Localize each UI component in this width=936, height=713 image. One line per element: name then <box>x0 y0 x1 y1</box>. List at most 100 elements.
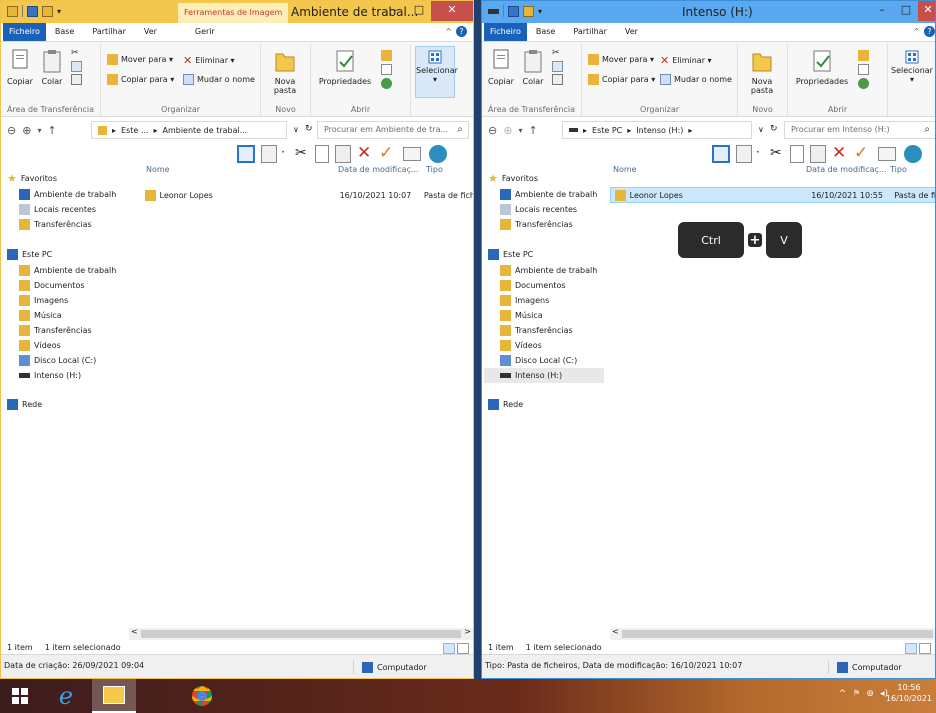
network-tray-icon[interactable]: ⊚ <box>866 689 874 699</box>
properties-button[interactable]: Propriedades <box>317 48 373 86</box>
breadcrumb-2[interactable]: Ambiente de trabal... <box>162 126 247 135</box>
cut-icon[interactable]: ✂ <box>71 48 82 59</box>
nav-pc-desktop[interactable]: Ambiente de trabalh <box>500 263 597 278</box>
title-bar[interactable]: ▾ Ferramentas de Imagem Ambiente de trab… <box>1 1 473 23</box>
large-icons-view-icon[interactable] <box>457 643 469 654</box>
explorer-icon[interactable] <box>7 5 18 17</box>
copy-path-icon[interactable] <box>71 61 82 72</box>
paste-button[interactable]: Colar <box>37 48 67 86</box>
properties-icon[interactable] <box>27 5 38 17</box>
nav-pc-music[interactable]: Música <box>500 308 543 323</box>
new-folder-icon[interactable] <box>523 5 534 17</box>
scroll-right-icon[interactable]: > <box>464 627 471 636</box>
show-hidden-icons-icon[interactable]: ^ <box>839 689 847 699</box>
address-dropdown-icon[interactable]: ∨ <box>758 125 764 134</box>
scroll-left-icon[interactable]: < <box>131 627 138 636</box>
globe-toolbar-icon[interactable] <box>429 145 447 163</box>
maximize-button[interactable]: □ <box>407 1 431 21</box>
tab-base[interactable]: Base <box>46 23 83 41</box>
back-icon[interactable]: ⊖ <box>7 124 16 137</box>
copy-button[interactable]: Copiar <box>5 48 35 86</box>
tab-base[interactable]: Base <box>527 23 564 41</box>
horizontal-scrollbar[interactable]: < <box>610 627 935 640</box>
nav-fav-desktop[interactable]: Ambiente de trabalh <box>500 187 597 202</box>
address-bar[interactable]: ▸ Este PC ▸ Intenso (H:) ▸ <box>562 121 752 139</box>
nav-pc-downloads[interactable]: Transferências <box>19 323 92 338</box>
delete-button[interactable]: ✕ Eliminar ▾ <box>183 54 235 67</box>
nav-favoritos[interactable]: ★ Favoritos <box>7 171 57 186</box>
copy-to-button[interactable]: Copiar para ▾ <box>588 74 655 85</box>
large-icons-view-icon[interactable] <box>919 643 931 654</box>
minimize-button[interactable]: – <box>383 1 407 21</box>
nav-pc-videos[interactable]: Vídeos <box>19 338 61 353</box>
new-folder-icon[interactable] <box>42 5 53 17</box>
rename-toolbar-icon[interactable] <box>403 147 421 161</box>
drive-icon[interactable] <box>488 8 499 14</box>
search-input[interactable]: Procurar em Intenso (H:) ⌕ <box>784 121 935 139</box>
nav-pc-images[interactable]: Imagens <box>500 293 549 308</box>
cut-toolbar-icon[interactable]: ✂ <box>295 145 307 161</box>
nav-fav-downloads[interactable]: Transferências <box>19 217 92 232</box>
breadcrumb-2[interactable]: Intenso (H:) <box>636 126 683 135</box>
nav-favoritos[interactable]: ★ Favoritos <box>488 171 538 186</box>
refresh-icon[interactable]: ↻ <box>770 124 778 134</box>
nav-rede[interactable]: Rede <box>488 397 523 412</box>
clock[interactable]: 10:56 16/10/2021 <box>886 682 932 704</box>
nav-pc-documents[interactable]: Documentos <box>19 278 85 293</box>
history-icon[interactable] <box>381 78 392 89</box>
help-icon[interactable]: ? <box>456 26 467 37</box>
tab-partilhar[interactable]: Partilhar <box>83 23 135 41</box>
rename-button[interactable]: Mudar o nome <box>660 74 732 85</box>
nav-este-pc[interactable]: Este PC <box>488 247 533 262</box>
up-icon[interactable]: ↑ <box>528 124 537 137</box>
column-nome[interactable]: Nome <box>146 165 170 185</box>
column-type[interactable]: Tipo <box>890 165 907 185</box>
paste-toolbar-icon[interactable] <box>810 145 826 163</box>
tab-ficheiro[interactable]: Ficheiro <box>3 23 46 41</box>
copy-button[interactable]: Copiar <box>486 48 516 86</box>
nav-pc-videos[interactable]: Vídeos <box>500 338 542 353</box>
taskbar-file-explorer[interactable] <box>92 679 136 713</box>
up-icon[interactable]: ↑ <box>47 124 56 137</box>
maximize-button[interactable]: □ <box>894 1 918 21</box>
delete-button[interactable]: ✕ Eliminar ▾ <box>660 54 712 67</box>
open-icon[interactable] <box>381 50 392 61</box>
tab-ver[interactable]: Ver <box>616 23 647 41</box>
address-dropdown-icon[interactable]: ∨ <box>293 125 299 134</box>
nav-fav-downloads[interactable]: Transferências <box>500 217 573 232</box>
minimize-button[interactable]: – <box>870 1 894 21</box>
details-view-icon[interactable] <box>905 643 917 654</box>
column-date[interactable]: Data de modificaç... <box>806 165 887 185</box>
nav-fav-recent[interactable]: Locais recentes <box>19 202 96 217</box>
properties-icon[interactable] <box>508 5 519 17</box>
copy-toolbar-icon[interactable] <box>315 145 329 163</box>
forward-icon[interactable]: ⊕ <box>503 124 512 137</box>
column-nome[interactable]: Nome <box>613 165 637 185</box>
taskbar-chrome[interactable] <box>180 679 224 713</box>
move-to-button[interactable]: Mover para ▾ <box>107 54 173 65</box>
copy-path-icon[interactable] <box>552 61 563 72</box>
tab-ver[interactable]: Ver <box>135 23 166 41</box>
check-toolbar-icon[interactable]: ✓ <box>379 143 393 163</box>
paste-button[interactable]: Colar <box>518 48 548 86</box>
nav-este-pc[interactable]: Este PC <box>7 247 52 262</box>
nav-pc-drive-h[interactable]: Intenso (H:) <box>484 368 604 383</box>
start-button[interactable] <box>0 679 40 713</box>
rename-button[interactable]: Mudar o nome <box>183 74 255 85</box>
scroll-thumb[interactable] <box>141 630 461 638</box>
toolbar-dropdown-icon[interactable]: · <box>756 145 760 159</box>
nav-pc-images[interactable]: Imagens <box>19 293 68 308</box>
refresh-icon[interactable]: ↻ <box>305 124 313 134</box>
customize-qat-icon[interactable]: ▾ <box>57 7 61 16</box>
delete-toolbar-icon[interactable]: ✕ <box>832 143 846 163</box>
file-row[interactable]: Leonor Lopes 16/10/2021 10:55 Pasta de f… <box>610 187 935 203</box>
forward-icon[interactable]: ⊕ <box>22 124 31 137</box>
check-toolbar-icon[interactable]: ✓ <box>854 143 868 163</box>
toolbar-dropdown-icon[interactable]: · <box>281 145 285 159</box>
nav-pc-documents[interactable]: Documentos <box>500 278 566 293</box>
nav-pc-music[interactable]: Música <box>19 308 62 323</box>
tab-partilhar[interactable]: Partilhar <box>564 23 616 41</box>
paste-shortcut-icon[interactable] <box>71 74 82 85</box>
breadcrumb-1[interactable]: Este ... <box>121 126 148 135</box>
column-type[interactable]: Tipo <box>426 165 443 185</box>
